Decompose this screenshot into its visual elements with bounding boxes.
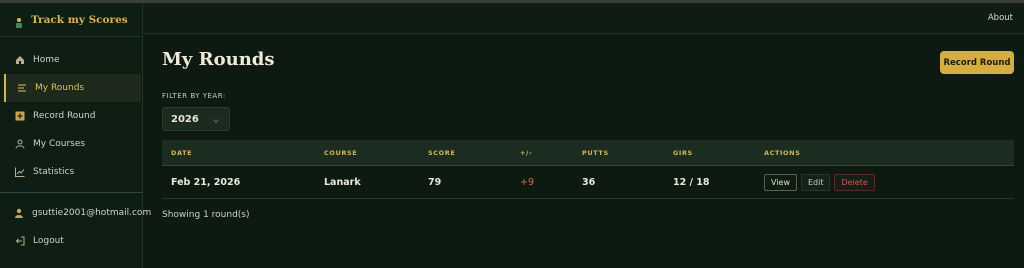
- column-header-course: COURSE: [324, 148, 358, 157]
- home-icon: [14, 55, 25, 66]
- user-filled-icon: [14, 208, 24, 219]
- cell-girs: 12 / 18: [673, 176, 710, 188]
- user-email: gsuttie2001@hotmail.com: [32, 208, 152, 218]
- column-header-date: DATE: [171, 148, 193, 157]
- about-link[interactable]: About: [988, 13, 1013, 23]
- brand[interactable]: Track my Scores: [0, 3, 142, 37]
- column-header-score: SCORE: [428, 148, 456, 157]
- year-filter-select[interactable]: 2026: [162, 107, 230, 131]
- sidebar-item-label: Logout: [33, 236, 64, 246]
- cell-date: Feb 21, 2026: [171, 176, 241, 188]
- sidebar-item-label: Record Round: [33, 111, 96, 121]
- sidebar-item-label: Statistics: [33, 167, 75, 177]
- column-header-actions: ACTIONS: [764, 148, 801, 157]
- rounds-table: DATE COURSE SCORE +/- PUTTS GIRS ACTIONS…: [162, 140, 1014, 199]
- year-filter-value: 2026: [171, 113, 199, 125]
- sidebar-divider: [0, 192, 142, 193]
- table-row: Feb 21, 2026 Lanark 79 +9 36 12 / 18 Vie…: [162, 166, 1014, 199]
- sidebar-item-logout[interactable]: Logout: [0, 227, 142, 255]
- top-bar: About: [143, 3, 1024, 34]
- chevron-down-icon: [213, 116, 219, 124]
- sidebar-item-home[interactable]: Home: [0, 46, 142, 74]
- filter-label: FILTER BY YEAR:: [162, 92, 226, 100]
- cell-score: 79: [428, 176, 442, 188]
- chart-line-icon: [14, 167, 25, 178]
- cell-course: Lanark: [324, 176, 361, 188]
- results-count: Showing 1 round(s): [162, 210, 250, 220]
- edit-button[interactable]: Edit: [800, 173, 831, 191]
- golfer-logo-icon: [13, 14, 25, 28]
- list-icon: [16, 83, 27, 94]
- table-header: DATE COURSE SCORE +/- PUTTS GIRS ACTIONS: [162, 140, 1014, 166]
- plus-square-icon: [14, 111, 25, 122]
- sidebar-item-my-rounds[interactable]: My Rounds: [4, 74, 141, 102]
- sidebar-item-my-courses[interactable]: My Courses: [0, 130, 142, 158]
- page-title: My Rounds: [162, 49, 275, 70]
- app-title: Track my Scores: [31, 13, 128, 26]
- logout-icon: [14, 236, 25, 247]
- cell-putts: 36: [582, 176, 596, 188]
- delete-button[interactable]: Delete: [834, 173, 875, 191]
- row-actions: View Edit Delete: [764, 173, 875, 191]
- sidebar-item-record-round[interactable]: Record Round: [0, 102, 142, 130]
- column-header-girs: GIRS: [673, 148, 693, 157]
- cell-diff: +9: [520, 176, 535, 188]
- column-header-putts: PUTTS: [582, 148, 609, 157]
- column-header-diff: +/-: [520, 148, 533, 157]
- record-round-button[interactable]: Record Round: [940, 51, 1014, 74]
- sidebar-user[interactable]: gsuttie2001@hotmail.com: [0, 199, 151, 227]
- sidebar-item-label: My Rounds: [35, 83, 85, 93]
- user-icon: [14, 139, 25, 150]
- sidebar-item-statistics[interactable]: Statistics: [0, 158, 142, 186]
- sidebar-item-label: My Courses: [33, 139, 86, 149]
- sidebar: Track my Scores Home My Rounds Record Ro…: [0, 3, 151, 268]
- sidebar-nav: Home My Rounds Record Round My Courses S…: [0, 37, 151, 255]
- sidebar-item-label: Home: [33, 55, 60, 65]
- view-button[interactable]: View: [764, 173, 797, 191]
